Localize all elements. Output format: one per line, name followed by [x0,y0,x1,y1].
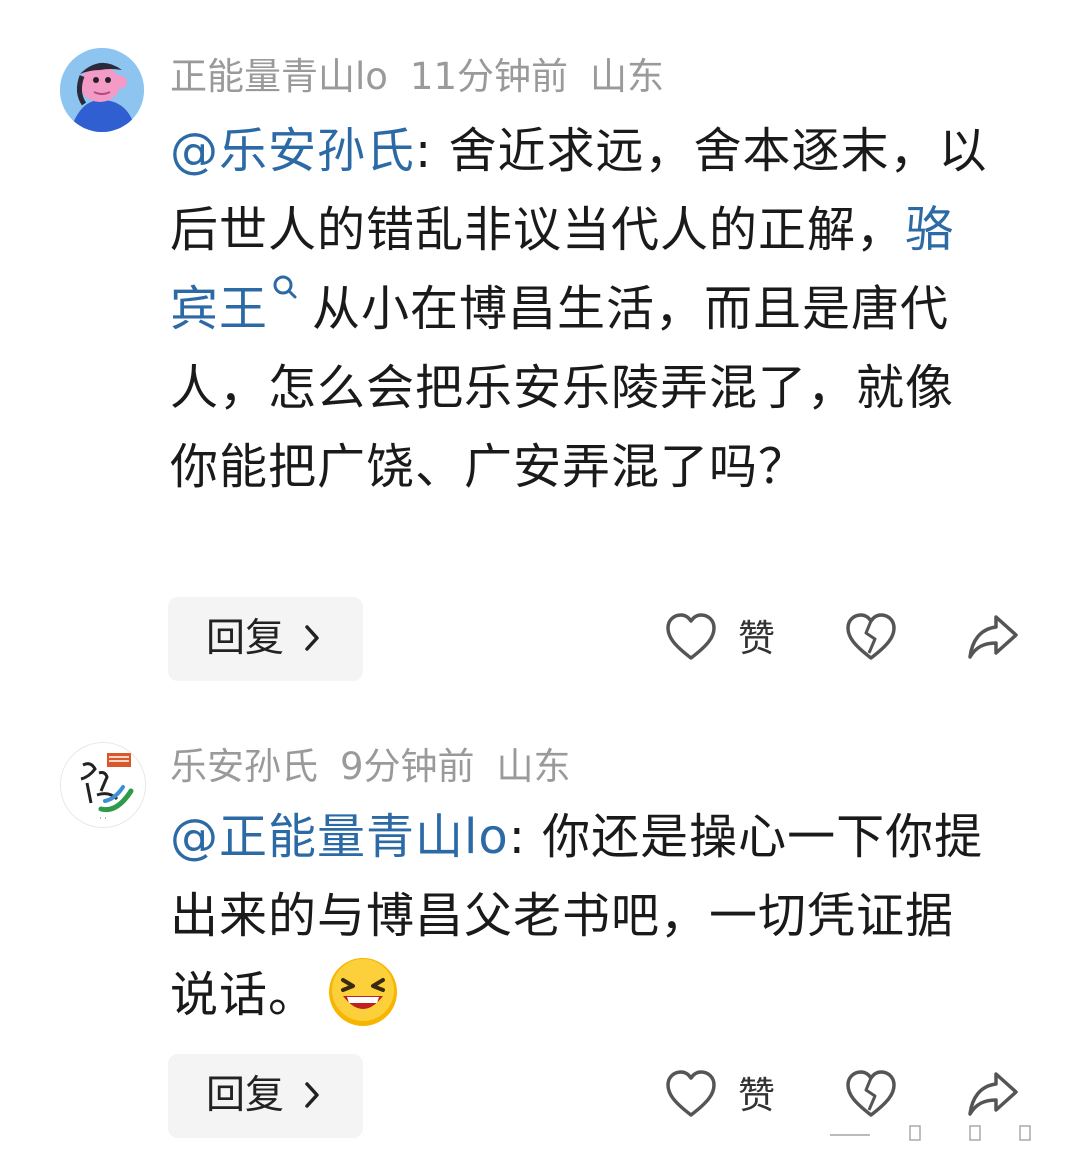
location: 山东 [590,55,665,98]
heart-icon [666,1070,716,1117]
like-button[interactable] [664,611,718,669]
watermark-icon [830,1125,1031,1141]
username[interactable]: 乐安孙氏 [170,745,318,788]
comment-meta: 正能量青山lo 11分钟前 山东 [170,52,686,102]
mention-link[interactable]: @正能量青山lo [170,809,509,865]
share-arrow-icon [968,1072,1018,1116]
share-button[interactable] [966,611,1022,669]
comment-meta: 乐安孙氏 9分钟前 山东 [170,742,593,792]
timestamp: 9分钟前 [340,745,475,788]
mention-link[interactable]: @乐安孙氏 [170,123,415,179]
comment-actions: 赞 [0,597,1080,681]
dislike-button[interactable] [844,611,898,669]
comment-text: @正能量青山lo: 你还是操心一下你提出来的与博昌父老书吧，一切凭证据说话。 [170,798,1000,1035]
user-avatar[interactable] [60,48,144,132]
calligraphy-logo-avatar-icon: · · [61,743,145,827]
cartoon-avatar-icon [60,48,144,132]
username[interactable]: 正能量青山lo [170,55,388,98]
location: 山东 [496,745,571,788]
search-icon[interactable] [272,274,298,304]
laughing-emoji-icon [329,958,398,1026]
broken-heart-icon [846,613,896,660]
like-button[interactable] [664,1068,718,1126]
comment-body-part-2: 从小在博昌生活，而且是唐代人，怎么会把乐安乐陵弄混了，就像你能把广饶、广安弄混了… [170,281,955,495]
timestamp: 11分钟前 [409,55,569,98]
share-arrow-icon [968,615,1018,659]
heart-icon [666,613,716,660]
like-label[interactable]: 赞 [738,597,775,681]
broken-heart-icon [846,1070,896,1117]
svg-text:· ·: · · [99,814,107,823]
like-label[interactable]: 赞 [738,1054,775,1138]
comment-text: @乐安孙氏: 舍近求远，舍本逐末，以后世人的错乱非议当代人的正解，骆宾王 从小在博… [170,112,1000,507]
user-avatar[interactable]: · · [60,742,146,828]
